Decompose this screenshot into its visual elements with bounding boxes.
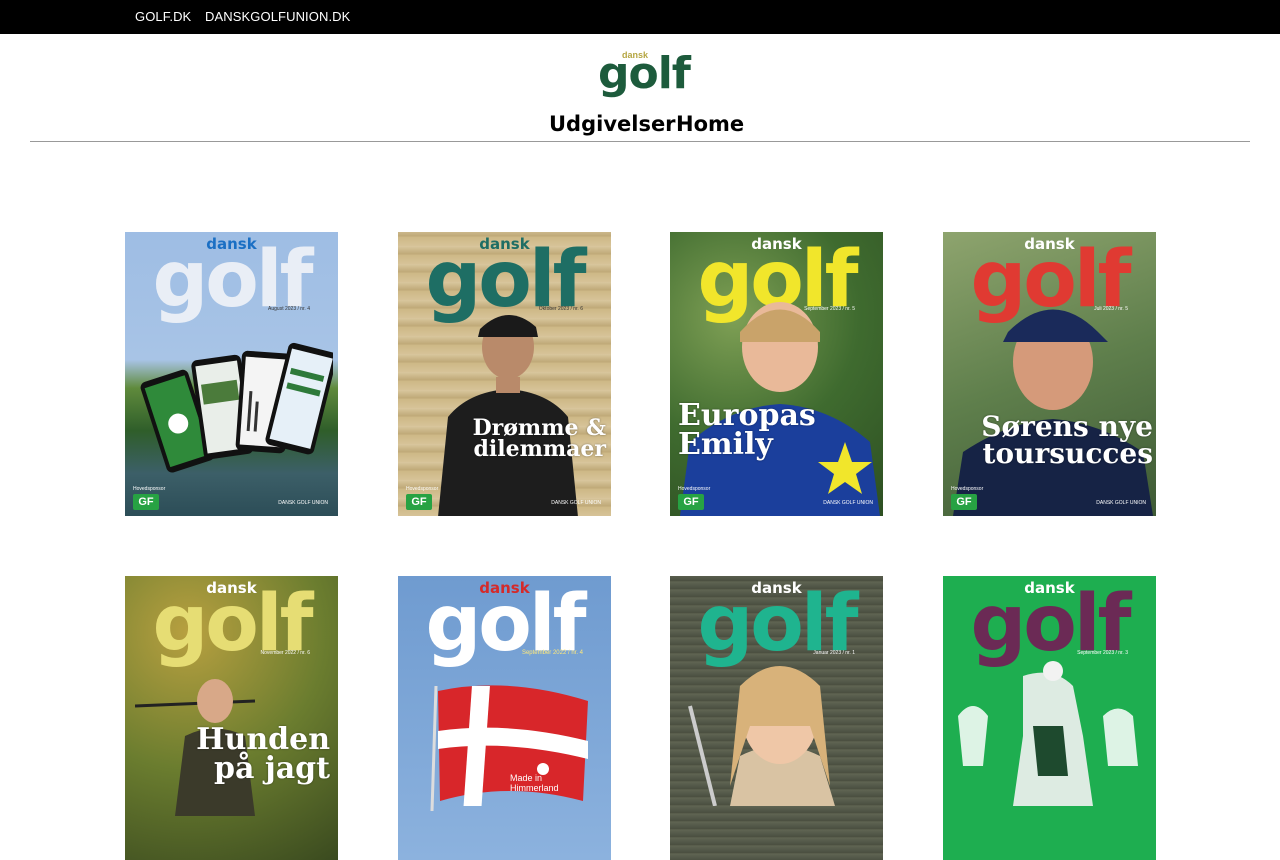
cover-sponsor-caption: Hovedsponsor (678, 486, 711, 492)
gf-logo: GF (406, 494, 432, 510)
person-illustration (953, 309, 1153, 516)
nav-divider (30, 141, 1250, 142)
cover-publisher: DANSK GOLF UNION (1096, 500, 1146, 506)
gf-logo: GF (951, 494, 977, 510)
magazine-cover[interactable]: dansk golf August 2023 / nr. 4 Hovedspon… (125, 232, 338, 516)
cover-headline: Drømme & dilemmaer (472, 415, 606, 462)
top-bar: GOLF.DK DANSKGOLFUNION.DK (0, 0, 1280, 34)
golf-dk-link[interactable]: GOLF.DK (135, 9, 191, 24)
cover-sponsor-caption: Hovedsponsor (133, 486, 166, 492)
cover-publisher: DANSK GOLF UNION (551, 500, 601, 506)
magazine-cover[interactable]: dansk golf Oktober 2023 / nr. 6 Drømme &… (398, 232, 611, 516)
magazine-cover[interactable]: dansk golf November 2022 / nr. 6 Hunden … (125, 576, 338, 860)
cover-sponsor-caption: Hovedsponsor (951, 486, 984, 492)
cover-issue: November 2022 / nr. 6 (260, 650, 310, 656)
players-illustration (958, 661, 1138, 806)
cover-issue: September 2022 / nr. 4 (521, 650, 583, 656)
person-illustration (688, 666, 835, 806)
cover-headline: Europas Emily (678, 398, 816, 462)
logo-main-text: golf (598, 48, 691, 99)
site-logo[interactable]: dansk golf (598, 50, 691, 96)
cover-publisher: DANSK GOLF UNION (823, 500, 873, 506)
cover-headline: Sørens nye toursucces (981, 410, 1153, 470)
gf-logo: GF (133, 494, 159, 510)
nav-home[interactable]: Home (676, 112, 744, 136)
magazine-cover[interactable]: dansk golf Januar 2023 / nr. 1 (670, 576, 883, 860)
cover-headline: Hunden på jagt (196, 722, 330, 786)
magazine-cover[interactable]: dansk golf September 2023 / nr. 5 Europa… (670, 232, 883, 516)
nav-udgivelser[interactable]: Udgivelser (549, 112, 676, 136)
magazine-cover[interactable]: dansk golf September 2022 / nr. 4 Made i… (398, 576, 611, 860)
person-illustration (438, 314, 578, 516)
danskgolfunion-link[interactable]: DANSKGOLFUNION.DK (205, 9, 350, 24)
phones-illustration (140, 342, 333, 473)
magazine-cover[interactable]: dansk golf September 2023 / nr. 3 (943, 576, 1156, 860)
cover-issue: August 2023 / nr. 4 (268, 306, 310, 312)
gf-logo: GF (678, 494, 704, 510)
flag-text: Made in Himmerland (510, 773, 559, 793)
cover-publisher: DANSK GOLF UNION (278, 500, 328, 506)
magazine-cover[interactable]: dansk golf Juli 2023 / nr. 5 Sørens nye … (943, 232, 1156, 516)
cover-sponsor-caption: Hovedsponsor (406, 486, 439, 492)
